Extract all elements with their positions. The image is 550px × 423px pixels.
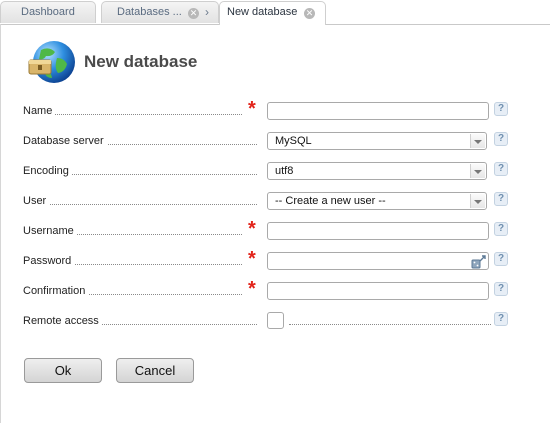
database-server-select[interactable]: MySQL	[267, 132, 487, 150]
field-label: Encoding	[23, 165, 72, 177]
field-label: Confirmation	[23, 285, 89, 297]
field-label: Password	[23, 255, 75, 267]
tab-new-database[interactable]: New database ✕	[219, 1, 326, 25]
tab-label: Databases ...	[117, 6, 182, 18]
help-icon[interactable]: ?	[494, 222, 508, 236]
password-generator-icon[interactable]	[471, 254, 487, 269]
tab-bar: Dashboard Databases ... ✕ › New database…	[0, 0, 550, 25]
tab-label: New database	[227, 6, 298, 18]
tab-dashboard[interactable]: Dashboard	[0, 1, 96, 23]
leader-dots	[23, 204, 257, 205]
chevron-right-icon: ›	[205, 5, 209, 19]
chevron-down-icon[interactable]	[470, 164, 485, 178]
field-label: User	[23, 195, 50, 207]
confirmation-input[interactable]	[267, 282, 489, 300]
database-globe-icon	[28, 41, 75, 83]
help-icon[interactable]: ?	[494, 132, 508, 146]
tab-label: Dashboard	[21, 6, 75, 18]
close-icon[interactable]: ✕	[188, 8, 199, 19]
help-icon[interactable]: ?	[494, 252, 508, 266]
help-icon[interactable]: ?	[494, 192, 508, 206]
required-marker: *	[248, 248, 256, 270]
field-label: Remote access	[23, 315, 102, 327]
form-row-user: User -- Create a new user -- ?	[23, 191, 523, 213]
panel-border	[0, 24, 1, 423]
required-marker: *	[248, 98, 256, 120]
ok-button[interactable]: Ok	[24, 358, 102, 383]
page-title: New database	[84, 52, 198, 71]
tab-databases[interactable]: Databases ... ✕	[101, 1, 219, 23]
required-marker: *	[248, 218, 256, 240]
chevron-down-icon[interactable]	[470, 134, 485, 148]
form-row-remote-access: Remote access ?	[23, 311, 523, 333]
username-input[interactable]	[267, 222, 489, 240]
chevron-down-icon[interactable]	[470, 194, 485, 208]
form-row-password: Password * ?	[23, 248, 523, 273]
close-icon[interactable]: ✕	[304, 8, 315, 19]
cancel-button[interactable]: Cancel	[116, 358, 194, 383]
form-row-database-server: Database server MySQL ?	[23, 131, 523, 153]
required-marker: *	[248, 278, 256, 300]
name-input[interactable]	[267, 102, 489, 120]
field-label: Name	[23, 105, 56, 117]
help-icon[interactable]: ?	[494, 102, 508, 116]
user-select[interactable]: -- Create a new user --	[267, 192, 487, 210]
form-row-username: Username * ?	[23, 218, 523, 243]
remote-access-checkbox[interactable]	[267, 312, 284, 329]
selected-value: utf8	[275, 165, 294, 177]
selected-value: MySQL	[275, 135, 312, 147]
leader-dots	[289, 324, 491, 325]
password-input[interactable]	[267, 252, 489, 270]
selected-value: -- Create a new user --	[275, 195, 386, 207]
leader-dots	[23, 114, 242, 115]
form-row-name: Name * ?	[23, 98, 523, 123]
encoding-select[interactable]: utf8	[267, 162, 487, 180]
field-label: Username	[23, 225, 77, 237]
form-row-confirmation: Confirmation * ?	[23, 278, 523, 303]
field-label: Database server	[23, 135, 107, 147]
help-icon[interactable]: ?	[494, 162, 508, 176]
help-icon[interactable]: ?	[494, 312, 508, 326]
form-row-encoding: Encoding utf8 ?	[23, 161, 523, 183]
help-icon[interactable]: ?	[494, 282, 508, 296]
